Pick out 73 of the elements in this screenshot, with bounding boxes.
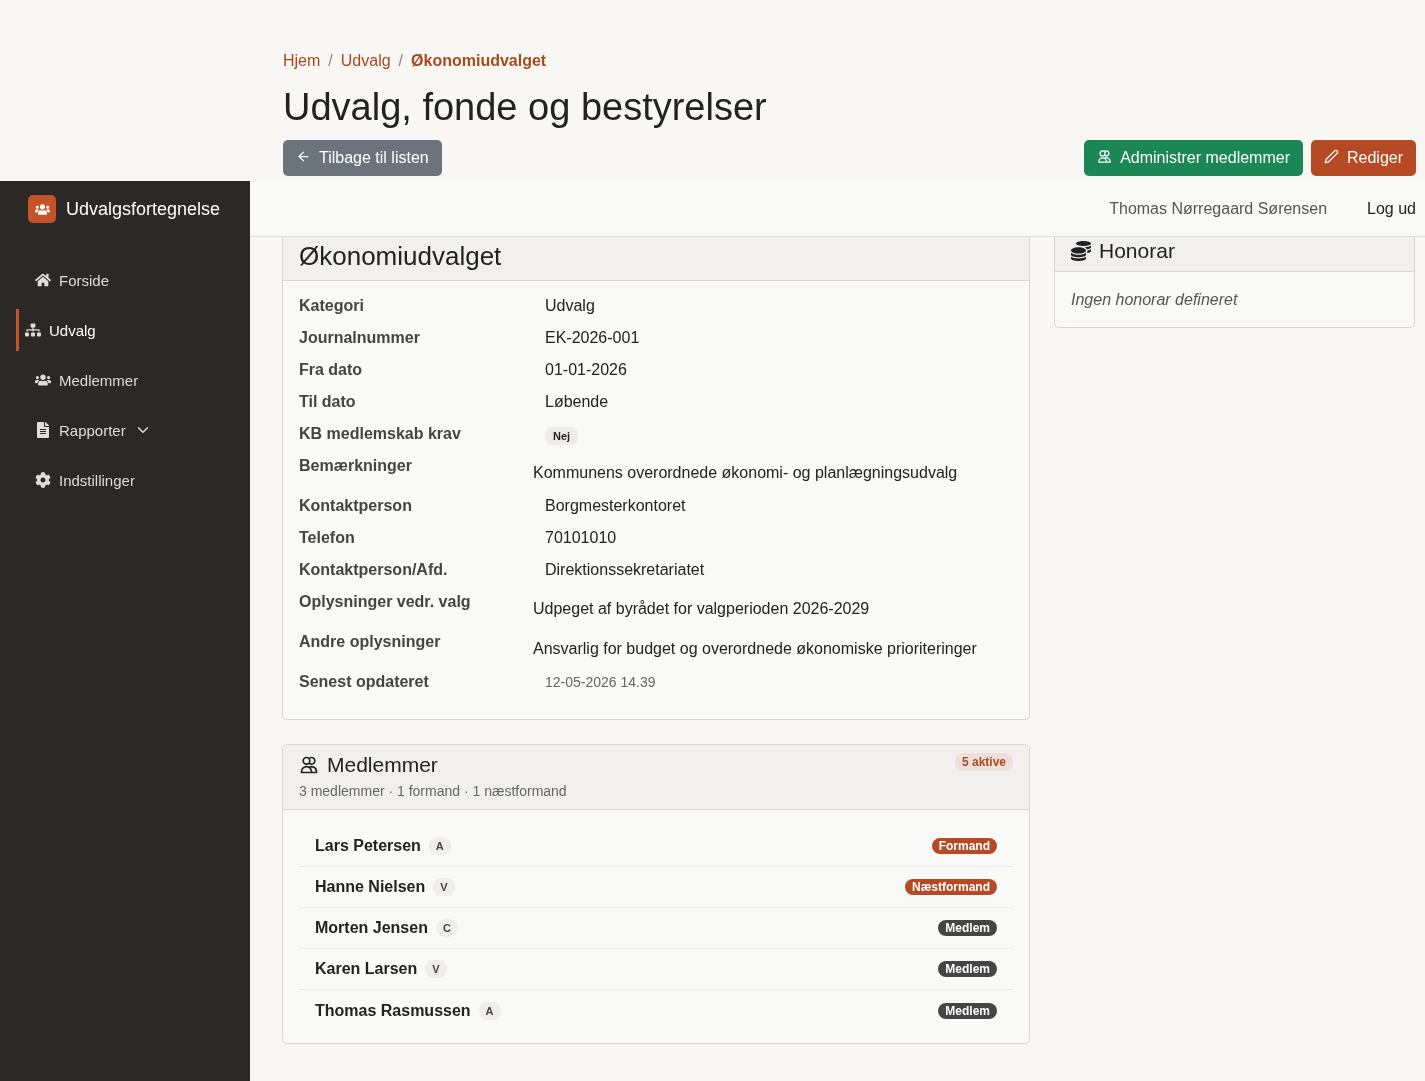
document-icon [35, 422, 51, 438]
field-label: Journalnummer [299, 329, 421, 347]
breadcrumb-separator: / [328, 52, 333, 70]
page-title: Udvalg, fonde og bestyrelser [283, 85, 768, 130]
party-badge: V [433, 878, 455, 896]
count-badge: 5 aktive [954, 753, 1013, 771]
member-name: Karen Larsen [315, 960, 418, 978]
role-badge: Medlem [938, 920, 997, 936]
field-value: Løbende [545, 393, 610, 411]
sidebar-item[interactable]: Forside [16, 259, 250, 301]
user-name: Thomas Nørregaard Sørensen [1109, 199, 1328, 218]
field-value: EK-2026-001 [545, 329, 641, 347]
field-value: Ansvarlig for budget og overordnede økonomiske prioriteringer [533, 640, 978, 658]
field-label: KB medlemskab krav [299, 425, 462, 443]
manage-members-button[interactable]: Administrer medlemmer [1084, 140, 1303, 176]
sidebar-item[interactable]: Medlemmer [16, 359, 250, 401]
party-badge: V [425, 960, 447, 978]
member-name: Thomas Rasmussen [315, 1001, 471, 1020]
member-name: Lars Petersen [315, 837, 421, 855]
field-label: Telefon [299, 529, 356, 547]
users-icon [1097, 149, 1113, 164]
field-label: Senest opdateret [299, 673, 430, 691]
breadcrumb-link[interactable]: Økonomiudvalget [411, 52, 547, 70]
field-label: Kontaktperson [299, 497, 413, 515]
field-value: Udvalg [545, 297, 596, 315]
sidebar-item[interactable]: Rapporter [16, 409, 250, 451]
value-badge: Nej [545, 427, 579, 445]
coins-icon [1071, 241, 1091, 261]
card-title: Økonomiudvalget [299, 241, 503, 272]
members-summary: 3 medlemmer · 1 formand · 1 næstformand [299, 783, 568, 799]
member-name: Hanne Nielsen [315, 878, 426, 896]
party-badge: A [478, 1001, 501, 1020]
card-title: Medlemmer [327, 753, 439, 777]
logo-icon [28, 195, 56, 223]
back-button[interactable]: Tilbage til listen [283, 140, 442, 176]
party-badge: C [435, 919, 458, 937]
field-value: Direktionssekretariatet [545, 561, 706, 579]
logout-link[interactable]: Log ud [1367, 199, 1416, 218]
member-name: Morten Jensen [315, 919, 428, 937]
field-value: Udpeget af byrådet for valgperioden 2026-2029 [533, 600, 871, 618]
field-value: Kommunens overordnede økonomi- og planlægningsudvalg [533, 464, 959, 482]
breadcrumb-separator: / [398, 52, 404, 70]
field-label: Kategori [299, 297, 365, 315]
role-badge: Formand [931, 838, 997, 854]
users-icon [35, 372, 51, 388]
field-label: Fra dato [299, 361, 364, 379]
edit-button[interactable]: Rediger [1310, 140, 1416, 176]
settings-icon [35, 472, 51, 488]
party-badge: A [428, 837, 451, 855]
field-label: Til dato [299, 393, 357, 411]
sidebar-item[interactable]: Indstillinger [16, 459, 250, 501]
field-value: 12-05-2026 14.39 [545, 674, 657, 690]
field-value: 70101010 [545, 529, 618, 547]
field-label: Oplysninger vedr. valg [299, 593, 472, 611]
users-icon [299, 755, 319, 775]
breadcrumb-link[interactable]: Udvalg [340, 52, 391, 70]
role-badge: Medlem [938, 1002, 997, 1019]
sidebar-item[interactable]: Udvalg [16, 309, 250, 351]
breadcrumb-link[interactable]: Hjem [283, 52, 321, 70]
empty-message: Ingen honorar defineret [1070, 290, 1239, 310]
field-value: 01-01-2026 [545, 361, 628, 379]
field-label: Bemærkninger [299, 457, 413, 475]
pencil-icon [1323, 149, 1339, 164]
card-title: Honorar [1099, 239, 1175, 263]
role-badge: Medlem [938, 961, 997, 977]
hierarchy-icon [25, 322, 41, 338]
brand-name[interactable]: Udvalgsfortegnelse [66, 198, 221, 220]
home-icon [35, 272, 51, 288]
arrow-left-icon [296, 149, 311, 164]
field-label: Andre oplysninger [299, 633, 442, 651]
field-value: Borgmesterkontoret [545, 497, 687, 515]
role-badge: Næstformand [905, 879, 997, 895]
field-label: Kontaktperson/Afd. [299, 561, 449, 579]
